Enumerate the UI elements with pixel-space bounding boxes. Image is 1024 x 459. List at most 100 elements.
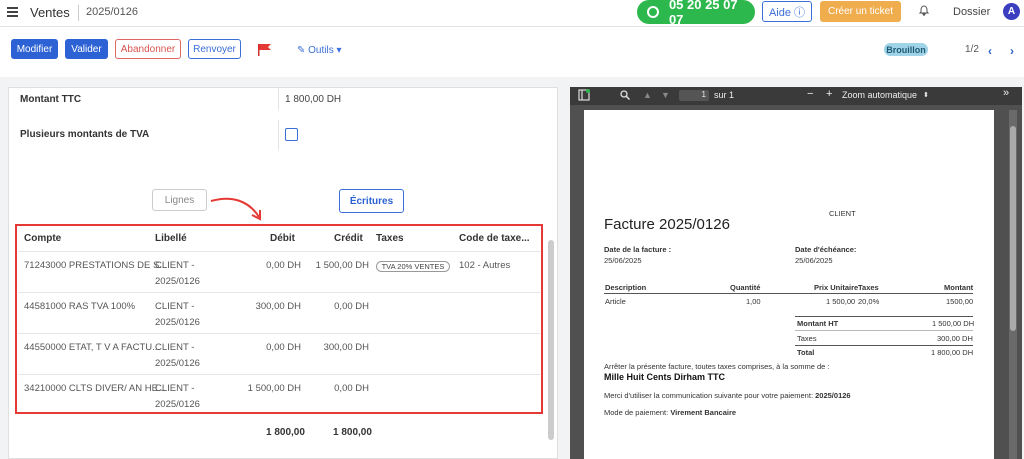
cell-credit: 1 500,00 DH xyxy=(315,260,369,271)
tab-ecritures[interactable]: Écritures xyxy=(339,189,404,213)
modifier-button[interactable]: Modifier xyxy=(11,39,58,59)
arrow-up-icon[interactable]: ▲ xyxy=(643,90,652,100)
divider xyxy=(18,292,540,293)
double-chevron-right-icon[interactable]: » xyxy=(1003,87,1009,99)
pdf-item-qty: 1,00 xyxy=(746,297,761,306)
hamburger-menu-icon[interactable] xyxy=(7,7,18,17)
cell-compte: 34210000 CLTS DIVER/ AN HE... xyxy=(24,383,166,394)
flag-icon[interactable] xyxy=(258,44,272,56)
total-credit: 1 800,00 xyxy=(333,427,372,438)
pdf-total-value: 1 800,00 DH xyxy=(931,348,974,357)
montant-ttc-label: Montant TTC xyxy=(20,94,82,105)
cell-credit: 0,00 DH xyxy=(334,301,369,312)
pdf-client: CLIENT xyxy=(829,209,856,218)
pdf-mode-line: Mode de paiement: Virement Bancaire xyxy=(604,408,736,417)
pdf-item-montant: 1500,00 xyxy=(946,297,974,306)
chevron-left-icon[interactable]: ‹ xyxy=(988,44,992,58)
headset-icon xyxy=(647,6,659,18)
tax-badge: TVA 20% VENTES xyxy=(376,261,450,272)
arrow-down-icon[interactable]: ▼ xyxy=(661,90,670,100)
phone-support-button[interactable]: 05 20 25 07 07 xyxy=(637,0,755,27)
pdf-taxes-label: Taxes xyxy=(797,334,817,343)
breadcrumb: 2025/0126 xyxy=(86,6,138,18)
header-taxes[interactable]: Taxes xyxy=(376,233,404,244)
valider-button[interactable]: Valider xyxy=(65,39,108,59)
cell-libelle-ref: 2025/0126 xyxy=(155,358,200,369)
pdf-col-description: Description xyxy=(605,283,647,292)
tab-lignes[interactable]: Lignes xyxy=(152,189,207,211)
cell-debit: 0,00 DH xyxy=(266,342,301,353)
pdf-mode-value: Virement Bancaire xyxy=(670,408,737,417)
cell-libelle: CLIENT - xyxy=(155,383,195,394)
cell-debit: 1 500,00 DH xyxy=(247,383,301,394)
status-badge: Brouillon xyxy=(884,43,928,56)
divider xyxy=(18,251,540,252)
page-total: sur 1 xyxy=(714,90,735,100)
pdf-col-taxes: Taxes xyxy=(858,283,879,292)
cell-debit: 0,00 DH xyxy=(266,260,301,271)
scrollbar[interactable] xyxy=(548,240,554,440)
pdf-col-quantite: Quantité xyxy=(730,283,761,292)
header-compte[interactable]: Compte xyxy=(24,233,61,244)
pdf-arret-text: Arrêter la présente facture, toutes taxe… xyxy=(604,362,830,371)
dossier-menu[interactable]: Dossier xyxy=(953,6,990,18)
divider xyxy=(604,293,973,294)
pdf-date-echeance-label: Date d'échéance: xyxy=(795,245,857,254)
pdf-title: Facture 2025/0126 xyxy=(604,216,730,233)
pdf-total-label: Total xyxy=(797,348,815,357)
divider xyxy=(795,345,973,346)
plusieurs-tva-checkbox[interactable] xyxy=(285,128,298,141)
cell-libelle-ref: 2025/0126 xyxy=(155,399,200,410)
pdf-amount-words: Mille Huit Cents Dirham TTC xyxy=(604,372,726,382)
help-button[interactable]: Aide ⓘ xyxy=(762,1,812,22)
pdf-date-echeance: 25/06/2025 xyxy=(795,256,833,265)
header-debit[interactable]: Débit xyxy=(270,233,295,244)
cell-libelle: CLIENT - xyxy=(155,342,195,353)
pdf-date-facture-label: Date de la facture : xyxy=(604,245,672,254)
pdf-toolbar xyxy=(570,87,1022,105)
app-title[interactable]: Ventes xyxy=(30,5,70,20)
avatar[interactable]: A xyxy=(1003,3,1020,20)
bell-icon[interactable] xyxy=(919,5,929,16)
zoom-out-icon[interactable]: − xyxy=(807,88,813,100)
divider xyxy=(795,330,973,331)
outils-dropdown[interactable]: ✎ Outils ▾ xyxy=(297,45,342,56)
header-libelle[interactable]: Libellé xyxy=(155,233,187,244)
cell-libelle-ref: 2025/0126 xyxy=(155,317,200,328)
pdf-col-montant: Montant xyxy=(944,283,974,292)
divider xyxy=(18,374,540,375)
pdf-taxes-value: 300,00 DH xyxy=(937,334,973,343)
cell-credit: 300,00 DH xyxy=(323,342,369,353)
cell-compte: 71243000 PRESTATIONS DE S... xyxy=(24,260,168,271)
zoom-select[interactable]: Zoom automatique xyxy=(842,90,930,102)
pdf-date-facture: 25/06/2025 xyxy=(604,256,642,265)
pdf-col-prix: Prix Unitaire xyxy=(814,283,859,292)
chevron-right-icon[interactable]: › xyxy=(1010,44,1014,58)
pager: 1/2 xyxy=(965,44,979,55)
cell-debit: 300,00 DH xyxy=(255,301,301,312)
create-ticket-button[interactable]: Créer un ticket xyxy=(820,1,901,22)
divider xyxy=(278,88,279,110)
sidebar-toggle-icon[interactable] xyxy=(578,89,590,101)
abandonner-button[interactable]: Abandonner xyxy=(115,39,181,59)
pdf-scrollbar[interactable] xyxy=(1009,110,1017,459)
pdf-mode-label: Mode de paiement: xyxy=(604,408,669,417)
cell-libelle: CLIENT - xyxy=(155,301,195,312)
header-credit[interactable]: Crédit xyxy=(334,233,363,244)
pdf-item-tax: 20,0% xyxy=(858,297,880,306)
plusieurs-tva-label: Plusieurs montants de TVA xyxy=(20,129,150,140)
top-bar: Ventes 2025/0126 05 20 25 07 07 Aide ⓘ C… xyxy=(0,0,1024,27)
pdf-merci-line: Merci d'utiliser la communication suivan… xyxy=(604,391,851,400)
total-debit: 1 800,00 xyxy=(266,427,305,438)
pdf-item-prix: 1 500,00 xyxy=(826,297,856,306)
search-icon[interactable] xyxy=(620,90,630,100)
chevron-down-icon: ⬍ xyxy=(923,92,929,99)
divider xyxy=(795,316,973,317)
page-number-input[interactable]: 1 xyxy=(679,90,709,101)
montant-ttc-value: 1 800,00 DH xyxy=(285,94,342,105)
zoom-in-icon[interactable]: + xyxy=(826,88,832,100)
cell-libelle-ref: 2025/0126 xyxy=(155,276,200,287)
renvoyer-button[interactable]: Renvoyer xyxy=(188,39,241,59)
header-code-taxe[interactable]: Code de taxe... xyxy=(459,233,530,244)
pdf-item-desc: Article xyxy=(605,297,626,306)
